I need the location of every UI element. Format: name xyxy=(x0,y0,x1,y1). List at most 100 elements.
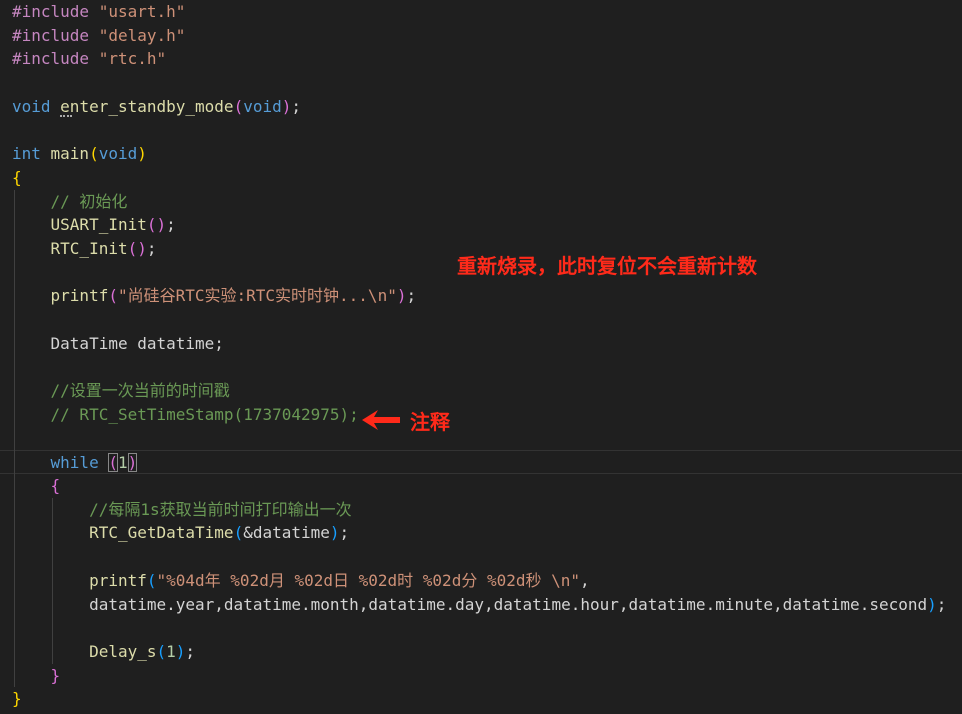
code-token: #include xyxy=(12,25,99,45)
code-line[interactable]: // 初始化 xyxy=(0,190,962,214)
code-token: RTC_GetDataTime xyxy=(89,523,234,543)
code-token: ) xyxy=(281,96,292,116)
code-token: ( xyxy=(146,570,157,590)
code-token: ; xyxy=(146,239,157,258)
code-line[interactable]: // RTC_SetTimeStamp(1737042975); xyxy=(0,403,962,427)
code-token: printf xyxy=(50,286,109,306)
code-token: , xyxy=(580,570,590,590)
code-line[interactable] xyxy=(0,616,962,640)
code-token: #include xyxy=(12,49,99,69)
code-token: void xyxy=(243,96,282,116)
code-token: ; xyxy=(185,641,196,661)
code-token: { xyxy=(50,476,61,495)
code-token: ( xyxy=(233,96,244,116)
code-token: main xyxy=(50,144,90,164)
code-token: void xyxy=(98,144,138,164)
code-line[interactable]: } xyxy=(0,687,962,711)
code-token: "usart.h" xyxy=(98,2,186,21)
code-token: ) xyxy=(329,523,340,543)
code-line[interactable]: int main(void) xyxy=(0,142,962,166)
code-token: // 初始化 xyxy=(50,191,128,211)
code-token: 1 xyxy=(166,641,176,661)
code-line[interactable] xyxy=(0,308,962,332)
code-line[interactable] xyxy=(0,356,962,380)
code-token: ) xyxy=(137,239,147,258)
indent-guide xyxy=(52,497,53,664)
code-token: ) xyxy=(175,641,186,661)
code-token: ) xyxy=(127,453,138,473)
code-line[interactable] xyxy=(0,545,962,569)
code-line[interactable]: Delay_s(1); xyxy=(0,640,962,664)
code-token: "%04d年 %02d月 %02d日 %02d时 %02d分 %02d秒 \n" xyxy=(156,570,581,590)
code-token: void xyxy=(12,96,61,116)
code-token: ( xyxy=(127,239,138,258)
code-token: //设置一次当前的时间戳 xyxy=(50,381,230,401)
code-token: } xyxy=(50,665,61,685)
code-token: ; xyxy=(291,96,302,116)
code-line[interactable] xyxy=(0,119,962,143)
code-line[interactable]: printf("%04d年 %02d月 %02d日 %02d时 %02d分 %0… xyxy=(0,569,962,593)
code-token: ( xyxy=(108,286,118,306)
code-line[interactable]: datatime.year,datatime.month,datatime.da… xyxy=(0,593,962,617)
code-token: //每隔1s获取当前时间打印输出一次 xyxy=(89,499,352,519)
code-line[interactable] xyxy=(0,427,962,451)
code-line[interactable]: #include "delay.h" xyxy=(0,24,962,48)
code-token: DataTime datatime; xyxy=(50,333,224,353)
code-line[interactable]: } xyxy=(0,664,962,688)
code-token: USART_Init xyxy=(50,215,147,235)
code-line[interactable]: #include "rtc.h" xyxy=(0,47,962,71)
reflash-annotation: 重新烧录，此时复位不会重新计数 xyxy=(457,254,757,278)
indent-guide xyxy=(14,189,15,688)
code-token: "delay.h" xyxy=(98,25,186,45)
code-token: enter_standby_mode xyxy=(60,96,234,116)
code-line[interactable]: RTC_GetDataTime(&datatime); xyxy=(0,521,962,545)
code-token: ( xyxy=(89,144,99,164)
code-token: #include xyxy=(12,2,99,21)
code-line[interactable]: { xyxy=(0,474,962,498)
code-token: datatime.year,datatime.month,datatime.da… xyxy=(89,594,928,614)
code-line[interactable]: //设置一次当前的时间戳 xyxy=(0,379,962,403)
hint-dots xyxy=(60,111,72,117)
code-editor[interactable]: #include "usart.h" #include "delay.h" #inc… xyxy=(0,0,962,714)
code-token: "rtc.h" xyxy=(98,49,167,69)
code-token: ) xyxy=(927,594,937,614)
code-line[interactable]: //每隔1s获取当前时间打印输出一次 xyxy=(0,498,962,522)
code-token: ) xyxy=(156,215,167,235)
code-token: ( xyxy=(108,453,118,473)
code-token: ( xyxy=(156,641,167,661)
code-token: Delay_s xyxy=(89,641,157,661)
code-token: ; xyxy=(936,594,947,614)
code-token: RTC_Init xyxy=(50,239,128,258)
code-line[interactable]: while (1) xyxy=(0,450,962,475)
code-token: ; xyxy=(166,215,176,235)
code-line[interactable]: #include "usart.h" xyxy=(0,0,962,24)
code-line[interactable]: printf("尚硅谷RTC实验:RTC实时时钟...\n"); xyxy=(0,284,962,308)
code-line[interactable]: { xyxy=(0,166,962,190)
code-token: // RTC_SetTimeStamp(1737042975); xyxy=(50,404,359,424)
code-token: "尚硅谷RTC实验:RTC实时时钟...\n" xyxy=(117,286,397,306)
code-token: ) xyxy=(137,144,147,164)
code-line[interactable] xyxy=(0,71,962,95)
code-line[interactable]: DataTime datatime; xyxy=(0,332,962,356)
code-token: ; xyxy=(406,286,417,306)
code-token: ; xyxy=(339,523,350,543)
code-token: &datatime xyxy=(243,523,330,543)
code-token: } xyxy=(12,689,22,709)
red-arrow-icon xyxy=(362,410,400,430)
code-line[interactable]: void enter_standby_mode(void); xyxy=(0,95,962,119)
code-line[interactable]: USART_Init(); xyxy=(0,213,962,237)
